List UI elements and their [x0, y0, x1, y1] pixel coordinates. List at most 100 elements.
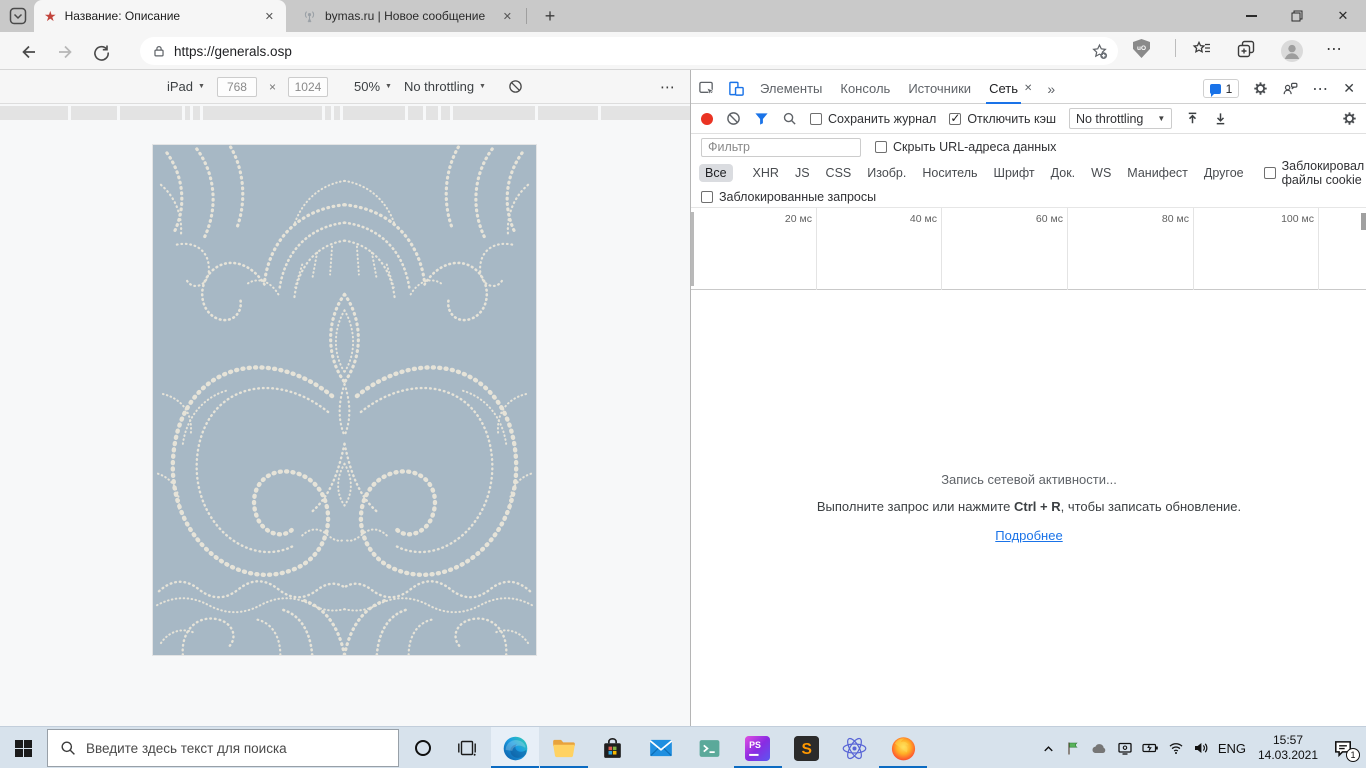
- checkbox-unchecked[interactable]: [1264, 167, 1276, 179]
- network-settings-gear-icon[interactable]: [1342, 111, 1357, 126]
- filter-chip-ws[interactable]: WS: [1085, 164, 1117, 182]
- task-view-button[interactable]: [445, 727, 489, 768]
- issues-counter[interactable]: 1: [1203, 79, 1240, 98]
- scrollbar-thumb[interactable]: [1361, 213, 1366, 230]
- hide-data-urls-checkbox[interactable]: Скрыть URL-адреса данных: [875, 140, 1056, 154]
- taskbar-app-edge[interactable]: [491, 727, 539, 768]
- devtools-tab-network[interactable]: Сеть✕: [980, 74, 1041, 104]
- device-toolbar-menu[interactable]: ⋯: [660, 78, 676, 96]
- tab-close-icon[interactable]: ✕: [263, 10, 276, 23]
- url-text[interactable]: https://generals.osp: [174, 44, 1083, 59]
- address-bar[interactable]: https://generals.osp: [140, 37, 1118, 65]
- devtools-tab-console[interactable]: Консоль: [831, 74, 899, 104]
- start-button[interactable]: [0, 727, 47, 768]
- taskbar-app-phpstorm[interactable]: PS: [734, 727, 782, 768]
- browser-tab-active[interactable]: ★ Название: Описание ✕: [34, 0, 286, 32]
- favorites-button[interactable]: [1192, 39, 1212, 59]
- filter-input[interactable]: [701, 138, 861, 157]
- window-close-button[interactable]: ✕: [1320, 0, 1366, 32]
- disable-cache-checkbox[interactable]: Отключить кэш: [949, 112, 1056, 126]
- record-button[interactable]: [701, 113, 713, 125]
- tab-close-icon[interactable]: ✕: [1024, 83, 1032, 94]
- onedrive-cloud-icon[interactable]: [1090, 741, 1108, 755]
- settings-gear-icon[interactable]: [1253, 81, 1268, 96]
- page-image-damask-wallpaper: [152, 144, 537, 656]
- taskbar-app-store[interactable]: [588, 727, 636, 768]
- throttling-select[interactable]: No throttling▼: [404, 79, 486, 94]
- devtools-menu-icon[interactable]: ⋯: [1312, 79, 1329, 99]
- inspect-element-icon[interactable]: [691, 80, 721, 97]
- page-viewport-area: iPad▼ × 50%▼ No throttling▼ ⋯: [0, 70, 690, 726]
- window-restore-button[interactable]: [1274, 0, 1320, 32]
- flag-icon[interactable]: [1065, 740, 1081, 756]
- window-minimize-button[interactable]: [1228, 0, 1274, 32]
- filter-chip-other[interactable]: Другое: [1198, 164, 1250, 182]
- media-query-bar[interactable]: [0, 106, 690, 120]
- language-indicator[interactable]: ENG: [1218, 741, 1246, 756]
- checkbox-checked[interactable]: [949, 113, 961, 125]
- filter-chip-js[interactable]: JS: [789, 164, 816, 182]
- devtools-tab-sources[interactable]: Источники: [899, 74, 980, 104]
- taskbar-app-explorer[interactable]: [540, 727, 588, 768]
- devtools-close-icon[interactable]: ✕: [1343, 80, 1355, 97]
- more-tabs-icon[interactable]: »: [1041, 81, 1061, 97]
- device-select[interactable]: iPad▼: [167, 79, 205, 94]
- blocked-cookies-checkbox[interactable]: Заблокировал файлы cookie: [1264, 159, 1365, 187]
- import-har-icon[interactable]: [1185, 111, 1200, 126]
- collections-button[interactable]: [1236, 39, 1256, 59]
- export-har-icon[interactable]: [1213, 111, 1228, 126]
- devtools-tab-elements[interactable]: Элементы: [751, 74, 831, 104]
- filter-funnel-icon[interactable]: [754, 111, 769, 126]
- no-block-icon[interactable]: [508, 79, 523, 94]
- battery-icon[interactable]: [1142, 742, 1159, 754]
- volume-icon[interactable]: [1193, 741, 1209, 755]
- zoom-select[interactable]: 50%▼: [354, 79, 392, 94]
- filter-chip-doc[interactable]: Док.: [1045, 164, 1082, 182]
- network-timeline-overview[interactable]: 20 мс 40 мс 60 мс 80 мс 100 мс: [691, 208, 1366, 290]
- taskbar-app-firefox[interactable]: [879, 727, 927, 768]
- cortana-button[interactable]: [401, 727, 445, 768]
- search-icon[interactable]: [782, 111, 797, 126]
- ublock-extension-button[interactable]: uO: [1133, 39, 1150, 58]
- taskbar-search-box[interactable]: [47, 729, 399, 767]
- viewport-width-input[interactable]: [217, 77, 257, 97]
- filter-chip-font[interactable]: Шрифт: [988, 164, 1041, 182]
- taskbar-app-terminal[interactable]: [685, 727, 733, 768]
- back-button[interactable]: [16, 39, 42, 65]
- tab-close-icon[interactable]: ✕: [501, 10, 514, 23]
- filter-chip-manifest[interactable]: Манифест: [1121, 164, 1194, 182]
- filter-chip-img[interactable]: Изобр.: [861, 164, 912, 182]
- learn-more-link[interactable]: Подробнее: [995, 528, 1062, 543]
- cast-display-icon[interactable]: [1117, 740, 1133, 756]
- taskbar-app-react-devtools[interactable]: [831, 727, 879, 768]
- clear-icon[interactable]: [726, 111, 741, 126]
- add-favorite-icon[interactable]: [1091, 43, 1108, 60]
- feedback-icon[interactable]: [1282, 81, 1298, 96]
- checkbox-unchecked[interactable]: [701, 191, 713, 203]
- forward-button[interactable]: [52, 39, 78, 65]
- new-tab-button[interactable]: +: [538, 4, 562, 28]
- filter-chip-css[interactable]: CSS: [820, 164, 858, 182]
- tab-actions-menu-icon[interactable]: [9, 7, 27, 25]
- filter-chip-xhr[interactable]: XHR: [747, 164, 785, 182]
- filter-chip-all[interactable]: Все: [699, 164, 733, 182]
- preserve-log-checkbox[interactable]: Сохранить журнал: [810, 112, 936, 126]
- taskbar-app-mail[interactable]: [637, 727, 685, 768]
- viewport-height-input[interactable]: [288, 77, 328, 97]
- taskbar-clock[interactable]: 15:57 14.03.2021: [1255, 733, 1321, 763]
- filter-chip-media[interactable]: Носитель: [916, 164, 983, 182]
- refresh-button[interactable]: [88, 39, 114, 65]
- blocked-requests-checkbox[interactable]: Заблокированные запросы: [701, 190, 876, 204]
- search-input[interactable]: [86, 741, 386, 756]
- tray-expand-chevron-icon[interactable]: [1041, 741, 1056, 756]
- action-center-button[interactable]: 1: [1330, 735, 1356, 761]
- profile-button[interactable]: [1280, 39, 1304, 63]
- taskbar-app-sublime[interactable]: S: [782, 727, 830, 768]
- browser-menu-button[interactable]: ⋯: [1326, 39, 1343, 59]
- browser-tab-inactive[interactable]: bymas.ru | Новое сообщение ✕: [292, 0, 524, 32]
- network-throttling-select[interactable]: No throttling ▼: [1069, 108, 1172, 129]
- wifi-icon[interactable]: [1168, 741, 1184, 755]
- checkbox-unchecked[interactable]: [810, 113, 822, 125]
- checkbox-unchecked[interactable]: [875, 141, 887, 153]
- device-toolbar-toggle-icon[interactable]: [721, 80, 751, 97]
